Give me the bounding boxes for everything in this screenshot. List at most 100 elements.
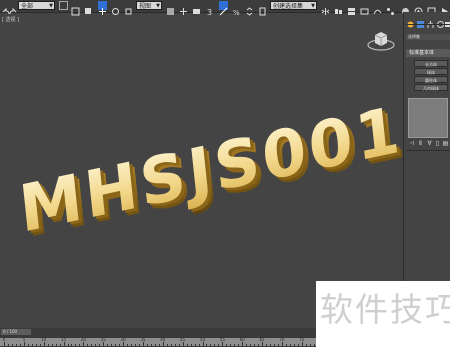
timeline-tick: [273, 344, 275, 346]
hierarchy-icon[interactable]: [426, 14, 435, 28]
timeline-tick: [222, 342, 224, 346]
command-panel-tabs: [404, 14, 450, 28]
rendered-frame-window-icon[interactable]: [427, 1, 436, 16]
percent-snap-icon[interactable]: %: [232, 1, 241, 17]
box-button[interactable]: 长方体: [414, 60, 448, 67]
timeline-tick: [313, 344, 315, 346]
timeline-tick-label: 55: [219, 337, 225, 342]
timeline-tick: [119, 344, 121, 346]
keyboard-shortcut-override-icon[interactable]: [192, 1, 201, 14]
mirror-icon[interactable]: [321, 1, 330, 15]
select-and-scale-icon[interactable]: [124, 1, 133, 15]
toggle-ribbon-icon[interactable]: [360, 1, 369, 15]
timeline-tick: [31, 344, 33, 346]
named-selection-sets-dropdown[interactable]: 创建选择集 ▼: [270, 1, 317, 10]
chevron-down-icon: ▼: [49, 3, 53, 9]
timeline-tick: [131, 344, 133, 346]
selection-set-label: 选择集: [406, 34, 450, 40]
layer-explorer-icon[interactable]: [347, 1, 356, 15]
align-icon[interactable]: [334, 1, 343, 14]
redo-icon[interactable]: [9, 1, 18, 15]
modifier-stack-preview[interactable]: [408, 98, 448, 138]
timeline-tick: [289, 344, 291, 346]
selection-filter-dropdown[interactable]: 全部 ▼: [18, 1, 55, 10]
pin-icon[interactable]: ⊣: [408, 140, 415, 147]
timeline-tick: [11, 344, 13, 346]
render-production-icon[interactable]: [440, 1, 449, 15]
display-icon[interactable]: [445, 14, 450, 27]
timeline-tick-label: 15: [61, 337, 67, 342]
frame-counter[interactable]: 0 / 100: [1, 329, 31, 335]
timeline-tick: [146, 344, 148, 346]
timeline-tick: [250, 344, 252, 346]
timeline-tick: [75, 344, 77, 346]
material-editor-icon[interactable]: [401, 1, 410, 15]
pivot-center-icon[interactable]: [166, 1, 175, 15]
create-icon[interactable]: [406, 14, 415, 28]
timeline-tick: [186, 344, 188, 346]
timeline-tick: [162, 342, 164, 346]
select-and-move-icon[interactable]: [98, 1, 107, 15]
configure-icon[interactable]: ▤: [442, 140, 449, 147]
svg-text:MHSJS001: MHSJS001: [16, 92, 402, 248]
timeline-tick: [43, 342, 45, 346]
timeline-tick: [47, 344, 49, 346]
timeline-tick: [135, 344, 136, 346]
selection-filter-value: 全部: [21, 3, 34, 10]
timeline-tick: [150, 344, 152, 346]
timeline-tick: [285, 344, 287, 346]
timeline-tick-label: 10: [41, 337, 47, 342]
spinner-snap-icon[interactable]: [245, 1, 254, 16]
timeline-tick: [305, 344, 307, 346]
3d-text-object[interactable]: MHSJS001 MHSJS001 MHSJS001: [0, 16, 402, 325]
timeline-tick: [230, 344, 232, 346]
timeline-tick: [35, 344, 37, 346]
show-end-result-icon[interactable]: Ⅱ: [417, 140, 424, 147]
sphere-button[interactable]: 球体: [414, 68, 448, 75]
timeline-tick: [246, 344, 248, 346]
timeline-tick: [214, 344, 216, 346]
timeline-tick: [91, 344, 93, 346]
motion-icon[interactable]: [436, 14, 445, 28]
timeline-tick: [238, 344, 240, 346]
timeline-tick-label: 70: [279, 337, 285, 342]
make-unique-icon[interactable]: ∀: [426, 140, 433, 147]
timeline-tick: [59, 344, 61, 346]
divider: [406, 150, 450, 151]
timeline-tick: [170, 344, 172, 346]
timeline-tick: [210, 344, 212, 346]
snaps-toggle-icon[interactable]: 3: [206, 1, 215, 17]
timeline-tick: [23, 342, 25, 346]
timeline-tick: [266, 344, 268, 346]
schematic-view-icon[interactable]: [386, 1, 395, 15]
remove-modifier-icon[interactable]: ▯: [434, 140, 441, 147]
edit-named-selection-icon[interactable]: [258, 1, 267, 16]
timeline-tick: [71, 344, 73, 346]
select-object-icon[interactable]: [59, 1, 68, 10]
timeline-tick: [39, 344, 41, 346]
select-by-name-icon[interactable]: [71, 1, 80, 16]
svg-text:%: %: [233, 9, 240, 16]
timeline-tick: [51, 344, 53, 346]
timeline-tick: [83, 342, 85, 346]
chevron-down-icon: ▼: [156, 3, 160, 9]
perspective-viewport[interactable]: [ 透视 ] MHSJS001 MHSJS001 MHSJS001: [0, 16, 402, 325]
modify-icon[interactable]: [416, 14, 425, 28]
render-setup-icon[interactable]: [414, 1, 423, 16]
window-crossing-icon[interactable]: [84, 1, 93, 14]
timeline-tick: [206, 344, 208, 346]
timeline-tick: [309, 344, 311, 346]
geosphere-button[interactable]: 几何球体: [414, 84, 448, 91]
curve-editor-icon[interactable]: [373, 1, 382, 15]
main-toolbar: 全部 ▼ 视图 ▼ 3 % 创建选择集 ▼: [0, 0, 450, 17]
select-and-manipulate-icon[interactable]: [179, 1, 188, 15]
timeline-tick-label: 5: [22, 337, 26, 342]
timeline-tick: [226, 344, 228, 346]
timeline-tick: [154, 344, 156, 346]
angle-snap-icon[interactable]: [219, 1, 228, 16]
rollout-title[interactable]: 标准基本体: [406, 49, 450, 57]
select-and-rotate-icon[interactable]: [111, 1, 120, 15]
timeline-tick: [87, 344, 89, 346]
cylinder-button[interactable]: 圆柱体: [414, 76, 448, 83]
reference-coordinate-dropdown[interactable]: 视图 ▼: [136, 1, 162, 10]
